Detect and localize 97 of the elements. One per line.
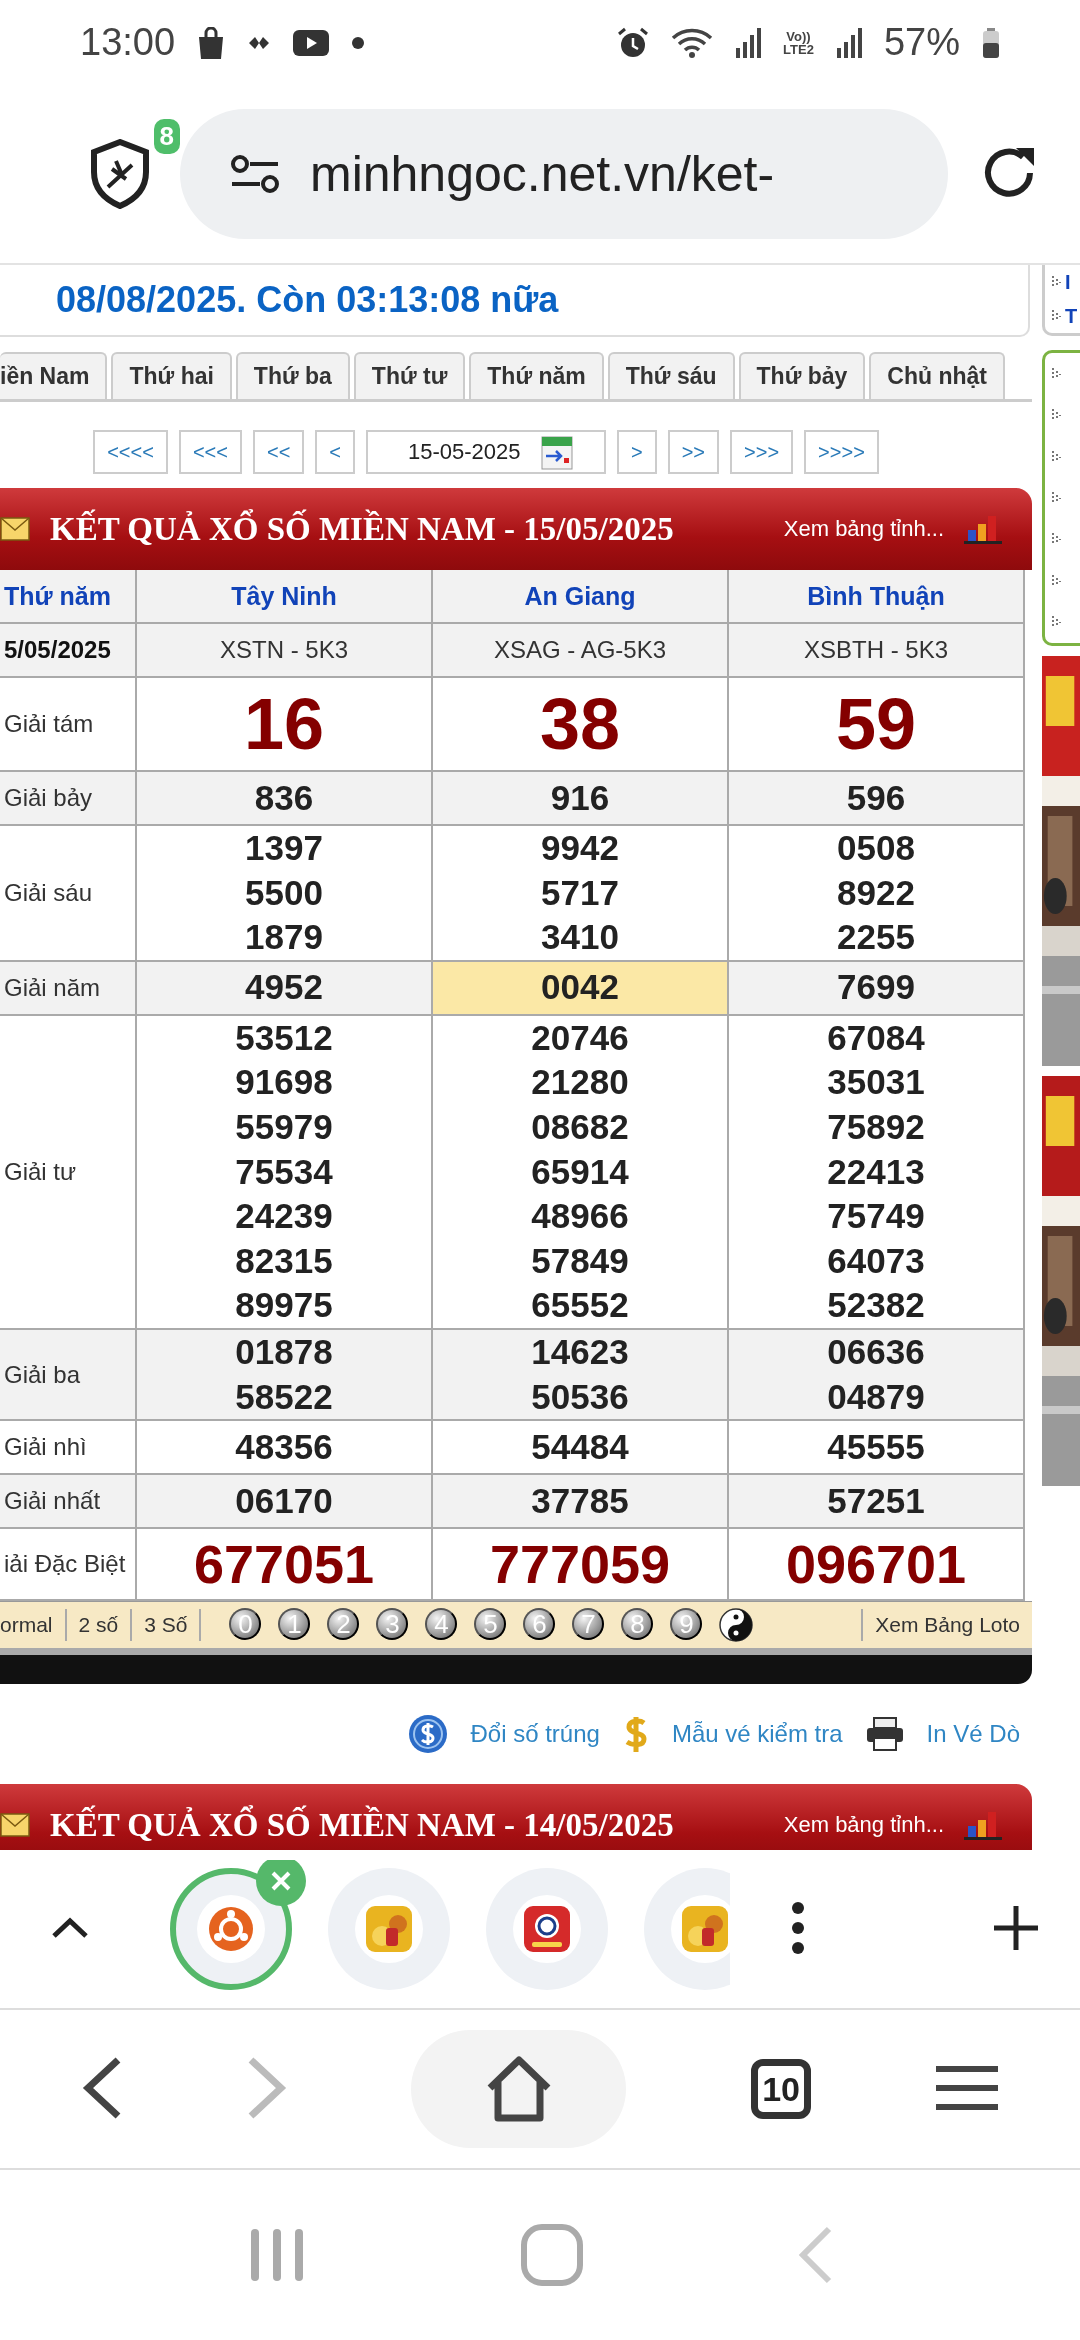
shield-icon [90, 139, 150, 209]
previous-button[interactable]: < [315, 430, 355, 474]
menu-icon [935, 2064, 998, 2111]
tool-link[interactable]: Mẫu vé kiểm tra [671, 1720, 843, 1749]
address-bar[interactable]: minhngoc.net.vn/ket- [180, 109, 948, 239]
prize-name: Giải nhì [4, 1433, 87, 1462]
result-cell: 57251 [729, 1475, 1025, 1530]
notification-badge: 8 [153, 119, 180, 154]
result-cell: 06170 [137, 1475, 433, 1530]
day-tab[interactable]: Thứ sáu [607, 352, 735, 399]
caret-up-icon [50, 1915, 90, 1940]
previous-button[interactable]: <<< [178, 430, 242, 474]
result-cell: 14623 50536 [433, 1329, 729, 1422]
day-tab[interactable]: Thứ hai [111, 352, 232, 399]
day-tab[interactable]: Chủ nhật [869, 352, 1005, 399]
envelope-icon [0, 517, 30, 541]
yin-yang-icon [719, 1608, 754, 1643]
result-cell: 4952 [137, 961, 433, 1016]
weekday-heading: Thứ năm [4, 581, 111, 611]
countdown-text: 08/08/2025. Còn 03:13:08 nữa [0, 265, 1030, 337]
prize-name: Giải sáu [4, 878, 93, 907]
prize-name: Giải bảy [4, 784, 93, 812]
signal-icon [835, 27, 862, 58]
loto-table-link[interactable]: Xem Bảng Loto [861, 1609, 1032, 1642]
date-field[interactable]: 15-05-2025 [366, 430, 606, 474]
prize-name: Giải năm [4, 973, 101, 1002]
tab-count-button[interactable]: 10 [751, 2059, 812, 2119]
coin-icon [408, 1714, 449, 1755]
day-tab[interactable]: iền Nam [0, 352, 108, 399]
ring-icon [208, 1906, 254, 1952]
video-play-icon [293, 29, 330, 56]
loto-mode-link[interactable]: ormal [0, 1609, 67, 1642]
result-cell: 7699 [729, 961, 1025, 1016]
prize-name: Giải tám [4, 710, 94, 738]
back-icon [797, 2225, 834, 2285]
day-tab[interactable]: Thứ ba [235, 352, 350, 399]
back-icon [82, 2055, 123, 2120]
prize-name: Giải tư [4, 1157, 77, 1186]
clock: 13:00 [80, 21, 176, 64]
sidebar-link[interactable]: I [1065, 270, 1071, 294]
ticket-code: XSTN - 5K3 [219, 636, 348, 664]
prize-name: Giải nhất [4, 1487, 101, 1516]
forward-icon [246, 2055, 287, 2120]
alarm-icon [617, 26, 650, 59]
tool-link[interactable]: Đổi số trúng [470, 1720, 600, 1749]
envelope-icon [0, 1813, 30, 1838]
results-title: KẾT QUẢ XỔ SỐ MIỀN NAM - 14/05/2025 [50, 1806, 675, 1844]
next-button[interactable]: >>> [730, 430, 794, 474]
home-icon [520, 2223, 584, 2287]
result-cell: 01878 58522 [137, 1329, 433, 1422]
prize-name: Giải ba [4, 1360, 81, 1389]
loto-mode-link[interactable]: 2 số [66, 1609, 133, 1642]
coins-icon [366, 1906, 412, 1952]
shopping-bag-icon [197, 26, 226, 59]
day-tab[interactable]: Thứ tư [353, 352, 466, 399]
loto-mode-link[interactable]: 3 Số [132, 1609, 202, 1642]
battery-percent: 57% [883, 21, 960, 64]
bar-chart-icon [964, 1810, 1002, 1841]
dot-icon [351, 35, 366, 50]
bar-chart-icon [964, 514, 1002, 544]
result-cell: 916 [433, 772, 729, 826]
plus-icon [992, 1903, 1040, 1952]
province-name[interactable]: Tây Ninh [231, 581, 337, 611]
next-button[interactable]: > [617, 430, 657, 474]
day-tab[interactable]: Thứ bảy [738, 352, 866, 399]
result-cell: 596 [729, 772, 1025, 826]
signal-icon [735, 27, 762, 58]
coins-icon [682, 1906, 728, 1952]
site-settings-icon [230, 154, 280, 194]
url-text: minhngoc.net.vn/ket- [310, 145, 775, 203]
ticket-code: XSAG - AG-5K3 [493, 636, 667, 664]
result-cell: 836 [137, 772, 433, 826]
next-button[interactable]: >>>> [804, 430, 879, 474]
sidebar-link[interactable]: T [1065, 304, 1078, 328]
previous-button[interactable]: << [252, 430, 305, 474]
cross-icon [270, 1870, 292, 1892]
day-tab[interactable]: Thứ năm [469, 352, 604, 399]
ticket-code: XSBTH - 5K3 [803, 636, 948, 664]
volte-indicator: Vo)) LTE2 [783, 29, 814, 56]
more-icon [790, 1899, 806, 1956]
calendar-icon [540, 434, 573, 470]
draw-date: 5/05/2025 [4, 636, 111, 664]
battery-icon [982, 27, 1000, 58]
previous-button[interactable]: <<<< [93, 430, 168, 474]
province-table-link[interactable]: Xem bảng tỉnh... [783, 1812, 944, 1839]
next-button[interactable]: >> [667, 430, 720, 474]
printer-icon [864, 1716, 905, 1753]
live-icon [524, 1906, 570, 1952]
result-cell: 0042 [433, 961, 729, 1016]
province-table-link[interactable]: Xem bảng tỉnh... [783, 516, 944, 542]
tool-link[interactable]: In Vé Dò [926, 1720, 1020, 1749]
wifi-icon [671, 26, 714, 59]
result-cell: 37785 [433, 1475, 729, 1530]
result-cell: 06636 04879 [729, 1329, 1025, 1422]
prize-name: iải Đặc Biệt [4, 1550, 126, 1579]
results-title: KẾT QUẢ XỔ SỐ MIỀN NAM - 15/05/2025 [50, 510, 675, 548]
diamond-arrows-icon [247, 34, 272, 51]
